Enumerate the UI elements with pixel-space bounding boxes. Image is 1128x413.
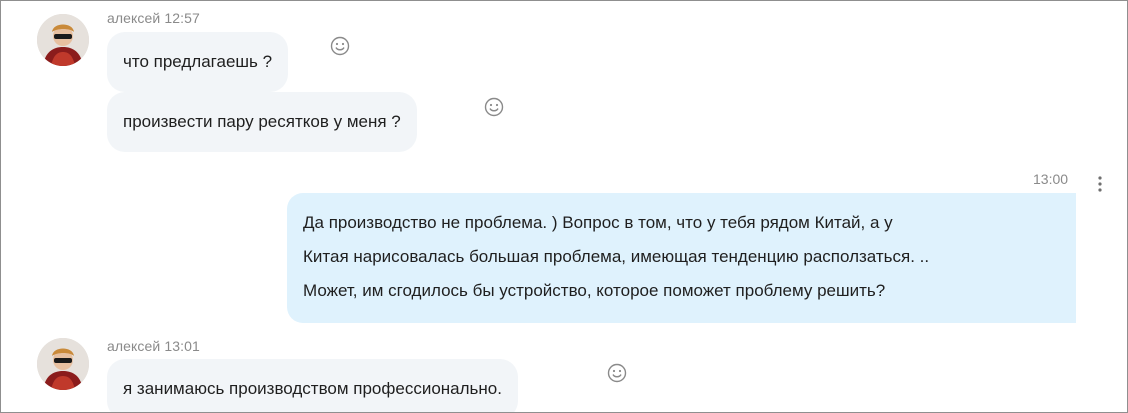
sender-name-time: алексей 13:01 <box>107 338 200 354</box>
smiley-reaction-icon[interactable] <box>330 36 350 56</box>
message-line: Да производство не проблема. ) Вопрос в … <box>303 213 893 232</box>
more-options-icon[interactable] <box>1094 175 1106 193</box>
smiley-reaction-icon[interactable] <box>484 97 504 117</box>
user-avatar-icon[interactable] <box>37 14 89 66</box>
sender-name-time: алексей 12:57 <box>107 10 200 26</box>
message-line: Китая нарисовалась большая проблема, име… <box>303 247 930 266</box>
smiley-reaction-icon[interactable] <box>607 363 627 383</box>
message-bubble[interactable]: произвести пару ресятков у меня ? <box>107 92 417 152</box>
message-bubble[interactable]: я занимаюсь производством профессиональн… <box>107 359 518 412</box>
message-time: 13:00 <box>1033 171 1069 187</box>
outgoing-message-bubble[interactable]: Да производство не проблема. ) Вопрос в … <box>287 193 1076 323</box>
chat-conversation: алексей 12:57 что предлагаешь ? произвес… <box>0 0 1128 413</box>
message-line: Может, им сгодилось бы устройство, котор… <box>303 281 886 300</box>
user-avatar-icon[interactable] <box>37 338 89 390</box>
message-bubble[interactable]: что предлагаешь ? <box>107 32 289 92</box>
